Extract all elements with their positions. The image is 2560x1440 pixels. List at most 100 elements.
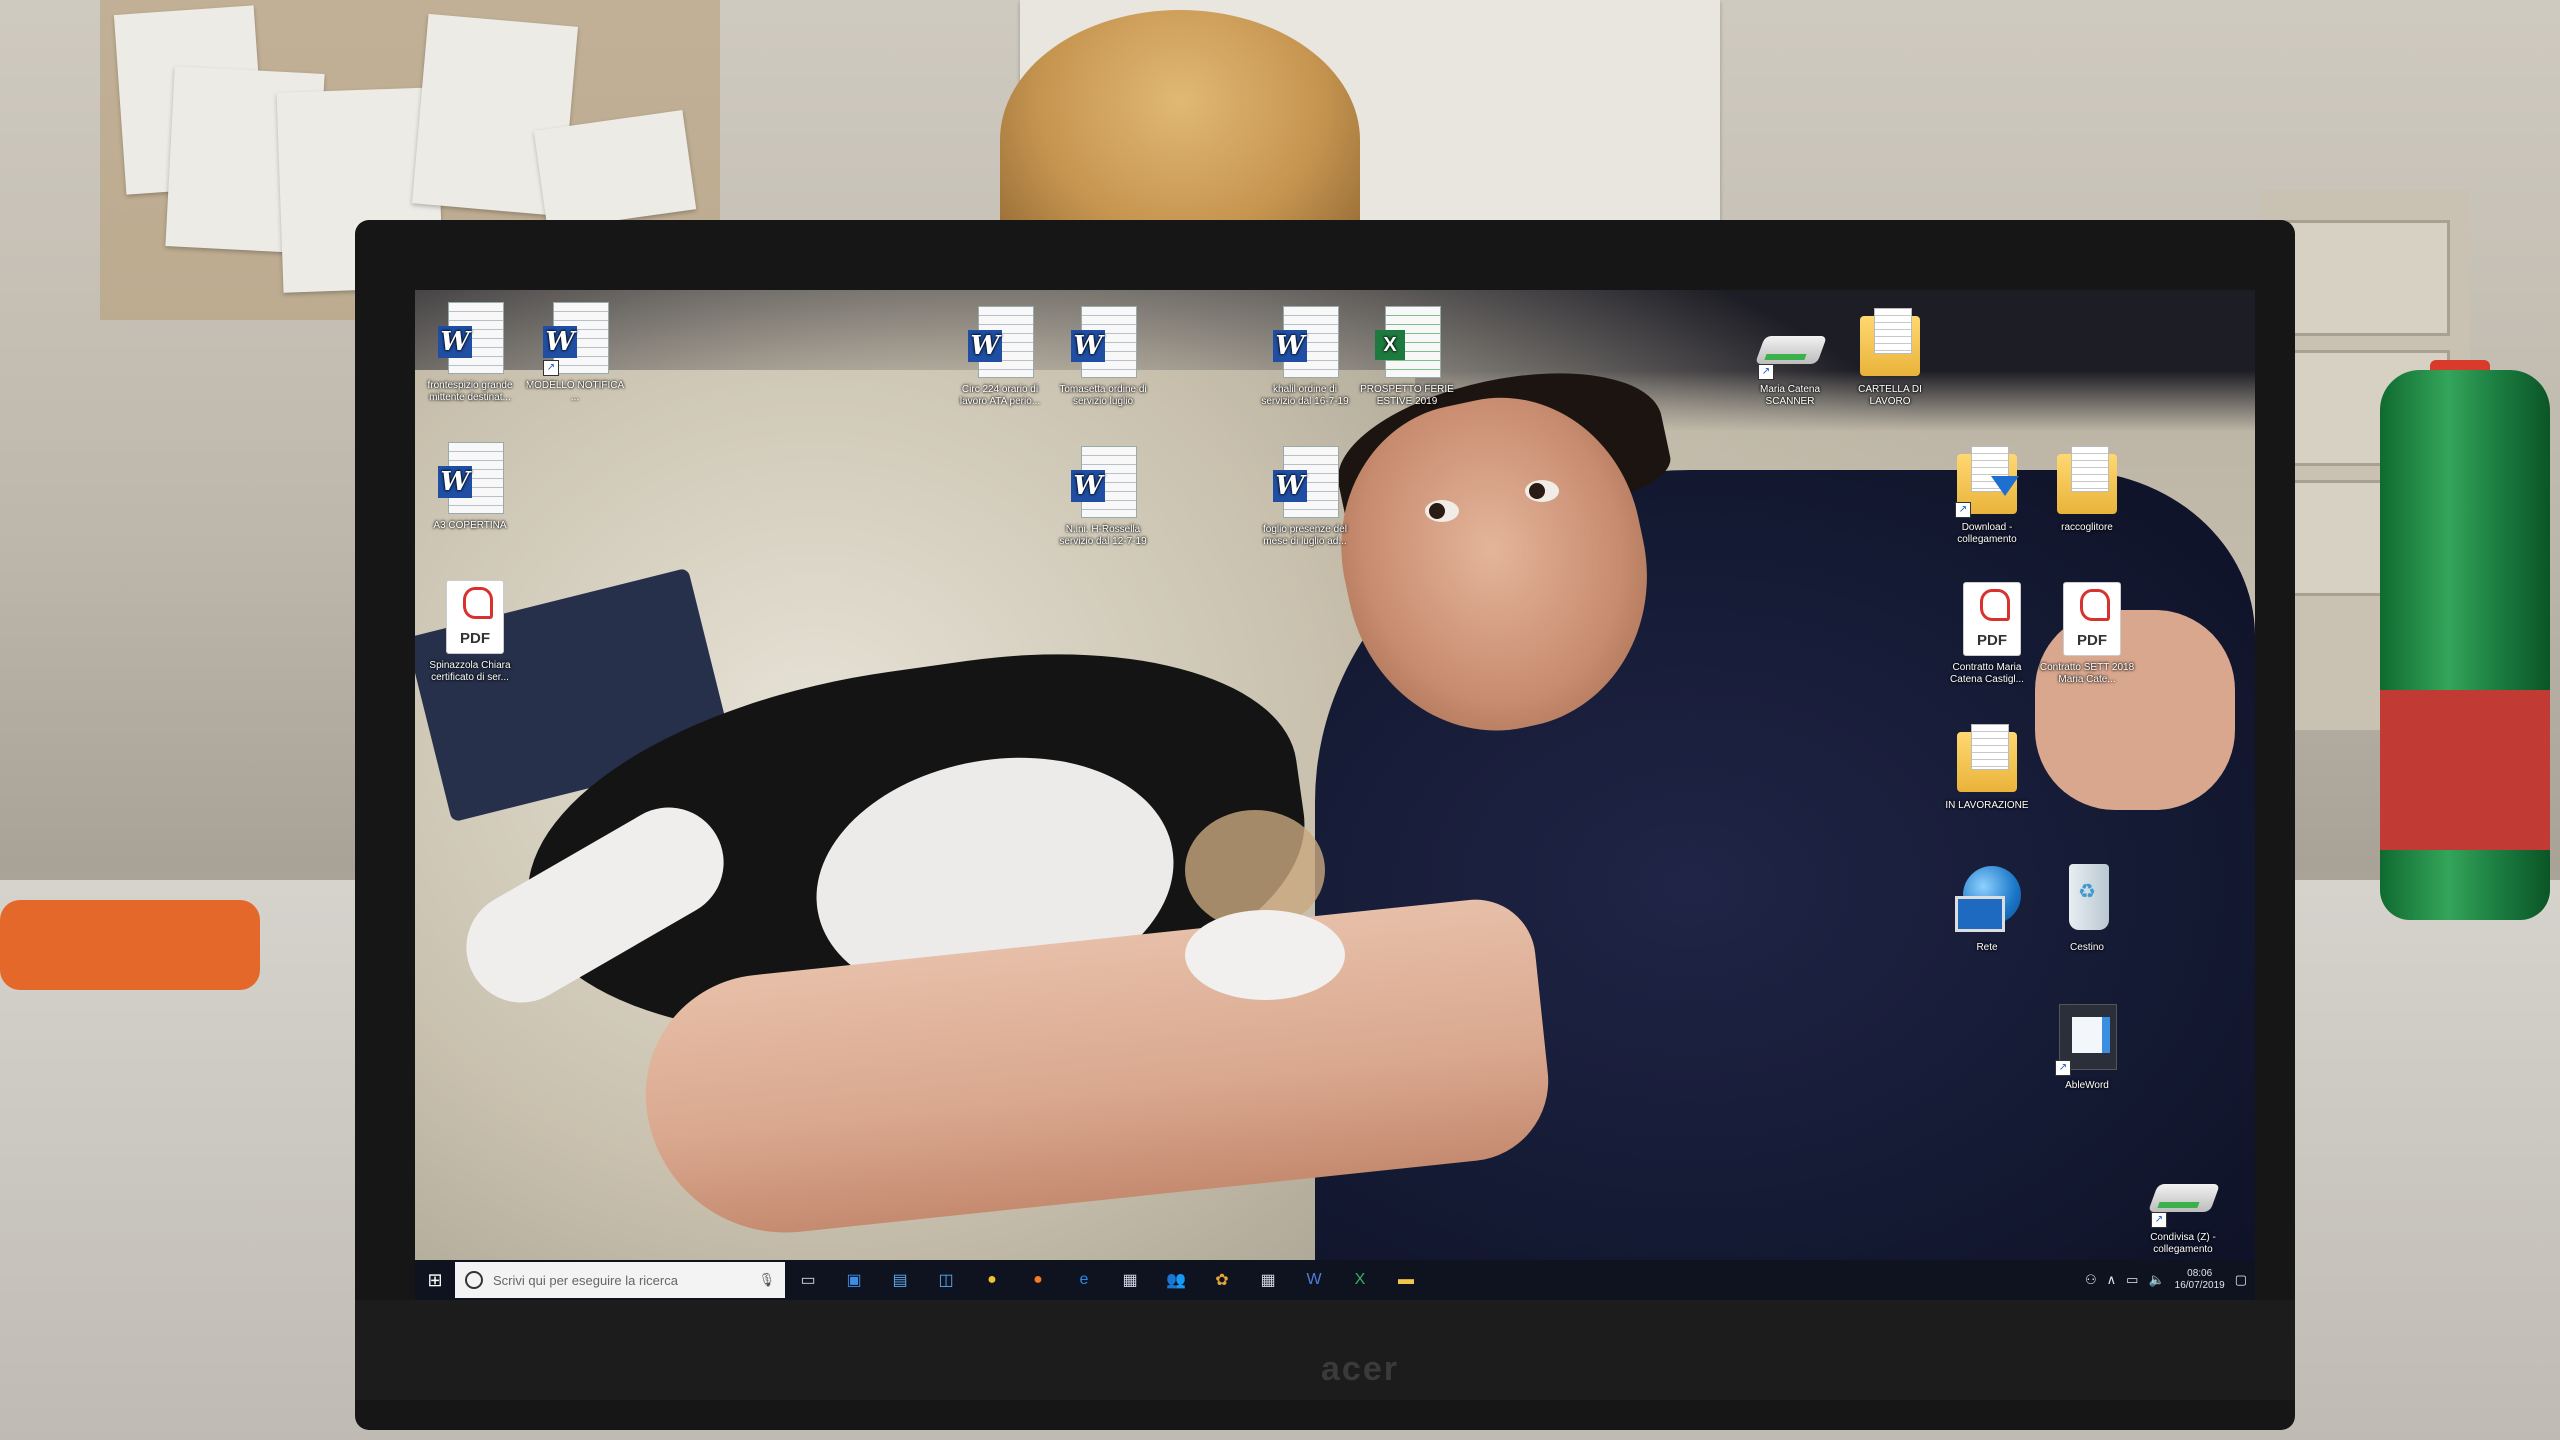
- explorer-alt-icon[interactable]: ◫: [923, 1260, 969, 1300]
- notifications-icon[interactable]: ▢: [2235, 1272, 2247, 1288]
- desktop-icon-label: PROSPETTO FERIE ESTIVE 2019: [1360, 384, 1454, 407]
- word-document-icon: W ↗: [543, 298, 609, 376]
- desktop-icon-label: Spinazzola Chiara certificato di ser...: [429, 660, 511, 683]
- desktop-icon-label: A3 COPERTINA: [433, 520, 507, 531]
- cabinet-drawer: [2280, 220, 2450, 336]
- desktop-icon-download[interactable]: ↗ Download - collegamento: [1937, 440, 2037, 546]
- desktop-icon-label: khalil ordine di servizio dal 16-7-19: [1261, 384, 1349, 407]
- desktop-icon-label: N.ini. H-Rossella servizio dal 12-7-19: [1059, 524, 1147, 547]
- desktop-icon-condivisa-z[interactable]: ↗ Condivisa (Z) - collegamento: [2133, 1150, 2233, 1256]
- wallpaper-eye: [1425, 500, 1459, 522]
- desktop-icon-label: Contratto SETT 2018 Maria Cate...: [2039, 662, 2135, 685]
- word-document-icon: W: [968, 302, 1034, 380]
- desktop-icon-scanner[interactable]: ↗ Maria Catena SCANNER: [1740, 302, 1840, 408]
- desktop-icon-rete[interactable]: Rete: [1937, 860, 2037, 954]
- desktop-icon-label: MODELLO NOTIFICA ...: [525, 380, 625, 403]
- pdf-icon: PDF: [438, 578, 504, 656]
- desktop-icon-label: Condivisa (Z) - collegamento: [2150, 1232, 2216, 1255]
- taskbar-search-box[interactable]: Scrivi qui per eseguire la ricerca 🎙: [455, 1262, 785, 1298]
- edge-icon[interactable]: e: [1061, 1260, 1107, 1300]
- desktop-icon-label: raccoglitore: [2061, 522, 2113, 533]
- ableword-icon: ↗: [2055, 998, 2119, 1076]
- clock-date: 16/07/2019: [2174, 1280, 2225, 1291]
- pdf-icon: PDF: [2055, 580, 2121, 658]
- desktop-icon-ableword[interactable]: ↗ AbleWord: [2037, 998, 2137, 1092]
- desktop-icon-circ-224[interactable]: W Circ 224 orario di lavoro ATA perio...: [950, 302, 1050, 408]
- windows-logo-icon[interactable]: ⊞: [415, 1260, 455, 1300]
- desktop-icon-spinazzola[interactable]: PDF Spinazzola Chiara certificato di ser…: [420, 578, 520, 684]
- desktop-icon-khalil[interactable]: W khalil ordine di servizio dal 16-7-19: [1255, 302, 1355, 408]
- word-document-icon: W: [1273, 442, 1339, 520]
- calendar-icon[interactable]: ▦: [1107, 1260, 1153, 1300]
- desktop-icon-label: Circ 224 orario di lavoro ATA perio...: [959, 384, 1041, 407]
- desktop-icon-rossella[interactable]: W N.ini. H-Rossella servizio dal 12-7-19: [1053, 442, 1153, 548]
- cortana-circle-icon: [465, 1271, 483, 1289]
- desktop-icon-prospetto-ferie[interactable]: X PROSPETTO FERIE ESTIVE 2019: [1357, 302, 1457, 408]
- monitor-brand: acer: [1321, 1350, 1399, 1388]
- desktop-icon-foglio-presenze[interactable]: W foglio presenze del mese di luglio ad.…: [1255, 442, 1355, 548]
- shortcut-arrow-icon: ↗: [1955, 502, 1971, 518]
- scanner-icon: ↗: [1754, 302, 1828, 380]
- recycle-bin-icon: [2055, 860, 2119, 938]
- file-explorer-icon[interactable]: ▬: [1383, 1260, 1429, 1300]
- taskbar: ⊞ Scrivi qui per eseguire la ricerca 🎙 ▭…: [415, 1260, 2255, 1300]
- download-folder-icon: ↗: [1955, 440, 2019, 518]
- desktop-icon-label: Maria Catena SCANNER: [1759, 384, 1821, 407]
- desktop-icon-in-lavorazione[interactable]: IN LAVORAZIONE: [1937, 718, 2037, 812]
- desktop-icon-modello-notifica[interactable]: W ↗ MODELLO NOTIFICA ...: [525, 298, 625, 404]
- shortcut-arrow-icon: ↗: [2151, 1212, 2167, 1228]
- people-tray-icon[interactable]: ⚇: [2085, 1272, 2097, 1288]
- wallpaper-eye: [1525, 480, 1559, 502]
- desktop-icon-label: IN LAVORAZIONE: [1945, 800, 2029, 811]
- orange-pencil-case: [0, 900, 260, 990]
- desktop-icon-label: Contratto Maria Catena Castigl...: [1950, 662, 2024, 685]
- desktop-icon-contratto-castiglione[interactable]: PDF Contratto Maria Catena Castigl...: [1937, 580, 2037, 686]
- desktop-icon-cartella-di-lavoro[interactable]: CARTELLA DI LAVORO: [1840, 302, 1940, 408]
- people-icon[interactable]: 👥: [1153, 1260, 1199, 1300]
- chrome-icon[interactable]: ●: [969, 1260, 1015, 1300]
- desktop-icon-tomasetta[interactable]: W Tomasetta ordine di servizio luglio: [1053, 302, 1153, 408]
- desktop-icon-label: Download - collegamento: [1957, 522, 2017, 545]
- shortcut-arrow-icon: ↗: [543, 360, 559, 376]
- volume-icon[interactable]: 🔈: [2148, 1272, 2164, 1288]
- clock[interactable]: 08:06 16/07/2019: [2175, 1268, 2225, 1292]
- desktop-icon-frontespizio[interactable]: W frontespizio grande mittente destinat.…: [420, 298, 520, 404]
- word-document-icon: W: [438, 438, 504, 516]
- folder-icon: [1955, 718, 2019, 796]
- desktop-icon-label: CARTELLA DI LAVORO: [1858, 384, 1922, 407]
- word-taskbar-icon[interactable]: W: [1291, 1260, 1337, 1300]
- desktop-icon-contratto-sett-2018[interactable]: PDF Contratto SETT 2018 Maria Cate...: [2037, 580, 2137, 686]
- excel-taskbar-icon[interactable]: X: [1337, 1260, 1383, 1300]
- network-drive-icon: ↗: [2147, 1150, 2221, 1228]
- firefox-icon[interactable]: ●: [1015, 1260, 1061, 1300]
- photos-icon[interactable]: ✿: [1199, 1260, 1245, 1300]
- folder-icon: [1858, 302, 1922, 380]
- desktop-icon-label: Tomasetta ordine di servizio luglio: [1059, 384, 1147, 407]
- screen: W frontespizio grande mittente destinat.…: [415, 290, 2255, 1300]
- desktop-icon-label: frontespizio grande mittente destinat...: [427, 380, 513, 403]
- desktop-icon-label: Cestino: [2070, 942, 2104, 953]
- system-tray: ⚇ ∧ ▭ 🔈 08:06 16/07/2019 ▢: [2085, 1268, 2255, 1292]
- pinned-paper: [533, 110, 697, 230]
- word-document-icon: W: [438, 298, 504, 376]
- search-placeholder: Scrivi qui per eseguire la ricerca: [493, 1272, 678, 1288]
- network-tray-icon[interactable]: ▭: [2126, 1272, 2138, 1288]
- microphone-icon[interactable]: 🎙: [758, 1272, 775, 1288]
- pdf-icon: PDF: [1955, 580, 2021, 658]
- excel-spreadsheet-icon: X: [1375, 302, 1441, 380]
- chevron-up-icon[interactable]: ∧: [2107, 1272, 2117, 1288]
- outlook-icon[interactable]: ▣: [831, 1260, 877, 1300]
- store-icon[interactable]: ▤: [877, 1260, 923, 1300]
- desktop-icon-label: foglio presenze del mese di luglio ad...: [1263, 524, 1347, 547]
- desktop-icon-label: Rete: [1976, 942, 1998, 953]
- shortcut-arrow-icon: ↗: [2055, 1060, 2071, 1076]
- desktop-icon-raccoglitore[interactable]: raccoglitore: [2037, 440, 2137, 534]
- word-document-icon: W: [1071, 442, 1137, 520]
- task-view-icon[interactable]: ▭: [785, 1260, 831, 1300]
- desktop-icon-a3-copertina[interactable]: W A3 COPERTINA: [420, 438, 520, 532]
- calculator-icon[interactable]: ▦: [1245, 1260, 1291, 1300]
- desktop-icon-cestino[interactable]: Cestino: [2037, 860, 2137, 954]
- clock-time: 08:06: [2187, 1268, 2213, 1279]
- word-document-icon: W: [1273, 302, 1339, 380]
- network-icon: [1955, 860, 2021, 938]
